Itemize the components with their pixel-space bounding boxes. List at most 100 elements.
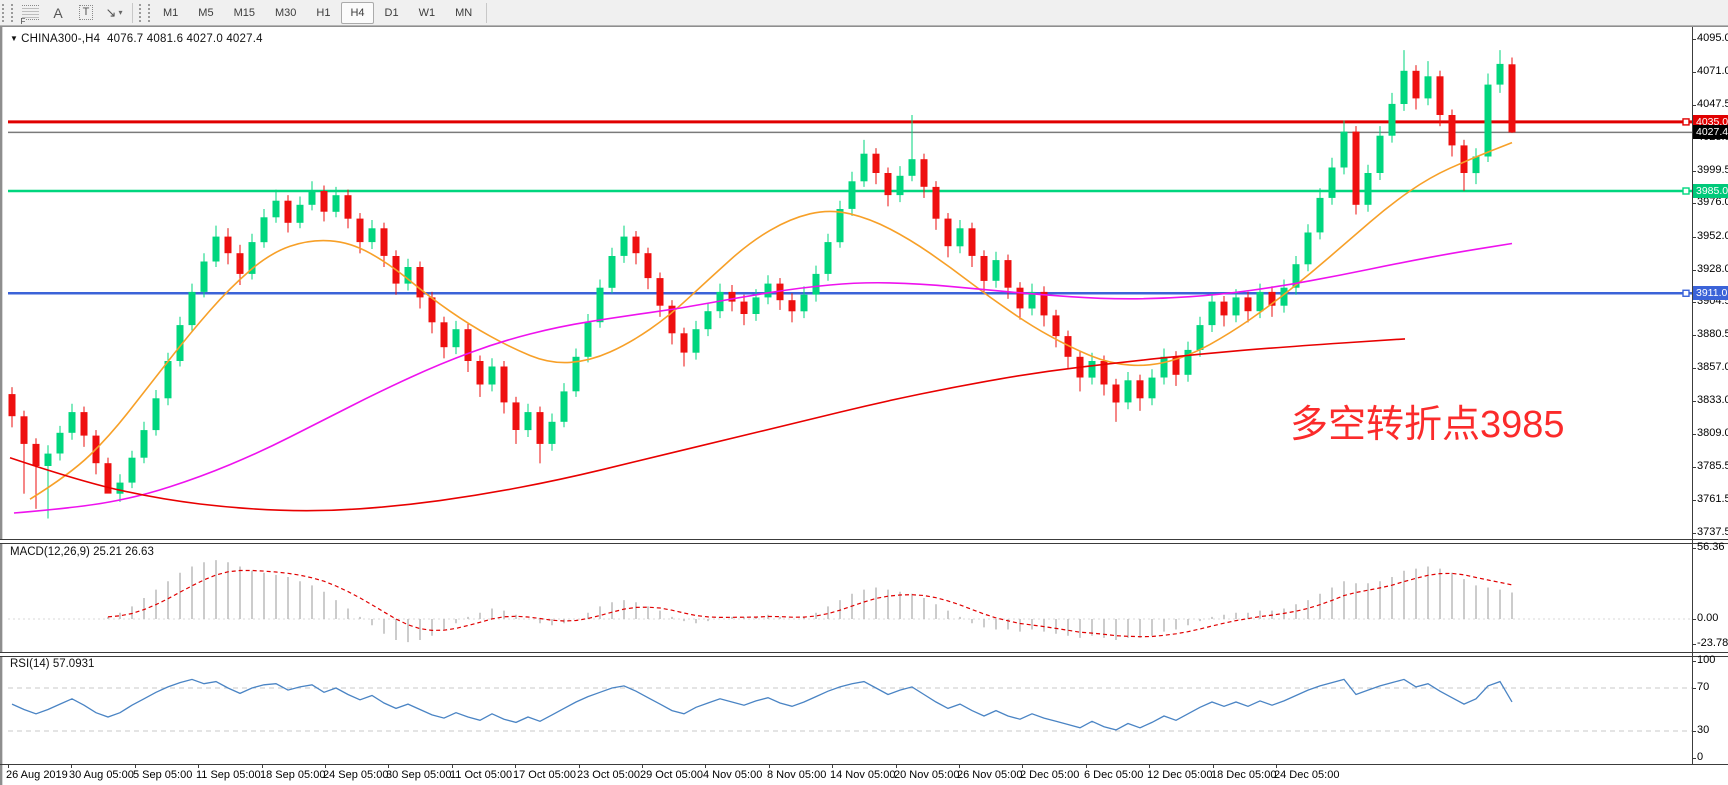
mt4-window: F A T ↘ ▾ M1M5M15M30H1H4D1W1MN ▼CHINA300… <box>0 0 1728 785</box>
ohlc-values: 4076.7 4081.6 4027.0 4027.4 <box>107 33 263 45</box>
time-tick-label: 24 Sep 05:00 <box>323 769 388 781</box>
rsi-tick-label: 70 <box>1697 681 1709 693</box>
time-tick <box>198 764 199 768</box>
rsi-tick-label: 30 <box>1697 724 1709 736</box>
arrows-tool-button[interactable]: ↘ ▾ <box>100 1 128 24</box>
price-tick-label: 4071.0 <box>1697 65 1728 77</box>
rsi-tick-label: 100 <box>1697 654 1715 666</box>
time-tick <box>515 764 516 768</box>
time-tick-label: 4 Nov 05:00 <box>703 769 762 781</box>
macd-tick-label: -23.78 <box>1697 637 1728 649</box>
time-tick-label: 2 Dec 05:00 <box>1020 769 1079 781</box>
resistance-line-handle[interactable] <box>1683 119 1689 125</box>
price-badge-3911.0: 3911.0 <box>1693 286 1728 300</box>
timeframe-button-h1[interactable]: H1 <box>307 2 339 24</box>
macd-tick <box>1692 644 1696 645</box>
price-tick <box>1692 500 1696 501</box>
collapse-triangle-icon[interactable]: ▼ <box>10 34 18 43</box>
panel-separator[interactable] <box>0 652 1728 657</box>
rsi-tick-label: 0 <box>1697 751 1703 763</box>
time-tick-label: 12 Dec 05:00 <box>1147 769 1212 781</box>
rsi-tick <box>1692 688 1696 689</box>
time-tick <box>135 764 136 768</box>
timeframe-button-m15[interactable]: M15 <box>225 2 264 24</box>
timeframe-button-d1[interactable]: D1 <box>376 2 408 24</box>
rsi-tick <box>1692 731 1696 732</box>
price-tick <box>1692 270 1696 271</box>
time-tick <box>1213 764 1214 768</box>
rsi-tick <box>1692 661 1696 662</box>
time-tick <box>1086 764 1087 768</box>
price-tick-label: 3737.5 <box>1697 526 1728 538</box>
time-tick <box>832 764 833 768</box>
macd-tick <box>1692 548 1696 549</box>
toolbar-separator <box>486 3 487 23</box>
support-line-3911-handle[interactable] <box>1683 290 1689 296</box>
price-tick <box>1692 237 1696 238</box>
time-tick <box>8 764 9 768</box>
price-tick <box>1692 335 1696 336</box>
timeframe-button-m5[interactable]: M5 <box>189 2 222 24</box>
time-tick-label: 30 Sep 05:00 <box>386 769 451 781</box>
time-tick-label: 17 Oct 05:00 <box>513 769 576 781</box>
ma-slow-red[interactable] <box>10 339 1405 511</box>
price-tick-label: 3833.0 <box>1697 394 1728 406</box>
time-tick <box>896 764 897 768</box>
time-tick <box>705 764 706 768</box>
time-tick <box>71 764 72 768</box>
price-tick-label: 3761.5 <box>1697 493 1728 505</box>
timeframe-button-h4[interactable]: H4 <box>341 2 373 24</box>
time-tick-label: 29 Oct 05:00 <box>640 769 703 781</box>
time-tick <box>1022 764 1023 768</box>
time-tick-label: 14 Nov 05:00 <box>830 769 895 781</box>
macd-panel-plot[interactable] <box>8 542 1692 652</box>
price-tick-label: 3952.0 <box>1697 230 1728 242</box>
rsi-tick <box>1692 758 1696 759</box>
rsi-panel-plot[interactable] <box>8 655 1692 764</box>
chart-window: ▼CHINA300-,H4 4076.7 4081.6 4027.0 4027.… <box>0 26 1728 785</box>
fibonacci-icon: F <box>22 5 39 20</box>
text-label-icon: T <box>79 5 94 20</box>
macd-tick <box>1692 619 1696 620</box>
price-tick-label: 3857.0 <box>1697 361 1728 373</box>
time-tick-label: 24 Dec 05:00 <box>1274 769 1339 781</box>
pivot-line-3985-handle[interactable] <box>1683 188 1689 194</box>
price-tick-label: 4095.0 <box>1697 32 1728 44</box>
price-tick <box>1692 39 1696 40</box>
time-tick-label: 26 Aug 2019 <box>6 769 68 781</box>
panel-separator[interactable] <box>0 539 1728 544</box>
macd-label: MACD(12,26,9) 25.21 26.63 <box>10 546 154 558</box>
text-label-tool-button[interactable]: T <box>72 1 100 24</box>
toolbar-drag-handle[interactable] <box>2 4 13 22</box>
text-tool-button[interactable]: A <box>44 1 72 24</box>
price-tick-label: 3880.5 <box>1697 328 1728 340</box>
symbol-name: CHINA300-,H4 <box>21 33 100 45</box>
time-tick-label: 20 Nov 05:00 <box>894 769 959 781</box>
price-tick <box>1692 171 1696 172</box>
chevron-down-icon: ▾ <box>118 8 122 17</box>
ma-mid-magenta[interactable] <box>14 244 1512 514</box>
price-tick <box>1692 467 1696 468</box>
time-tick <box>388 764 389 768</box>
fibonacci-tool-button[interactable]: F <box>16 1 44 24</box>
chart-annotation-text[interactable]: 多空转折点3985 <box>1290 393 1565 448</box>
timeframe-button-mn[interactable]: MN <box>446 2 481 24</box>
time-tick-label: 23 Oct 05:00 <box>577 769 640 781</box>
time-tick-label: 18 Sep 05:00 <box>260 769 325 781</box>
timeframe-button-m30[interactable]: M30 <box>266 2 305 24</box>
time-tick <box>1149 764 1150 768</box>
time-tick-label: 30 Aug 05:00 <box>69 769 134 781</box>
price-tick-label: 3928.0 <box>1697 263 1728 275</box>
timeframe-button-m1[interactable]: M1 <box>154 2 187 24</box>
time-tick <box>769 764 770 768</box>
main-chart-plot[interactable] <box>8 29 1692 539</box>
timeframe-button-w1[interactable]: W1 <box>410 2 445 24</box>
price-tick-label: 3999.5 <box>1697 164 1728 176</box>
time-tick <box>325 764 326 768</box>
time-axis-border <box>0 764 1728 765</box>
toolbar-drag-handle[interactable] <box>139 4 150 22</box>
price-tick <box>1692 203 1696 204</box>
price-tick <box>1692 72 1696 73</box>
time-tick-label: 8 Nov 05:00 <box>767 769 826 781</box>
price-tick-label: 3785.5 <box>1697 460 1728 472</box>
